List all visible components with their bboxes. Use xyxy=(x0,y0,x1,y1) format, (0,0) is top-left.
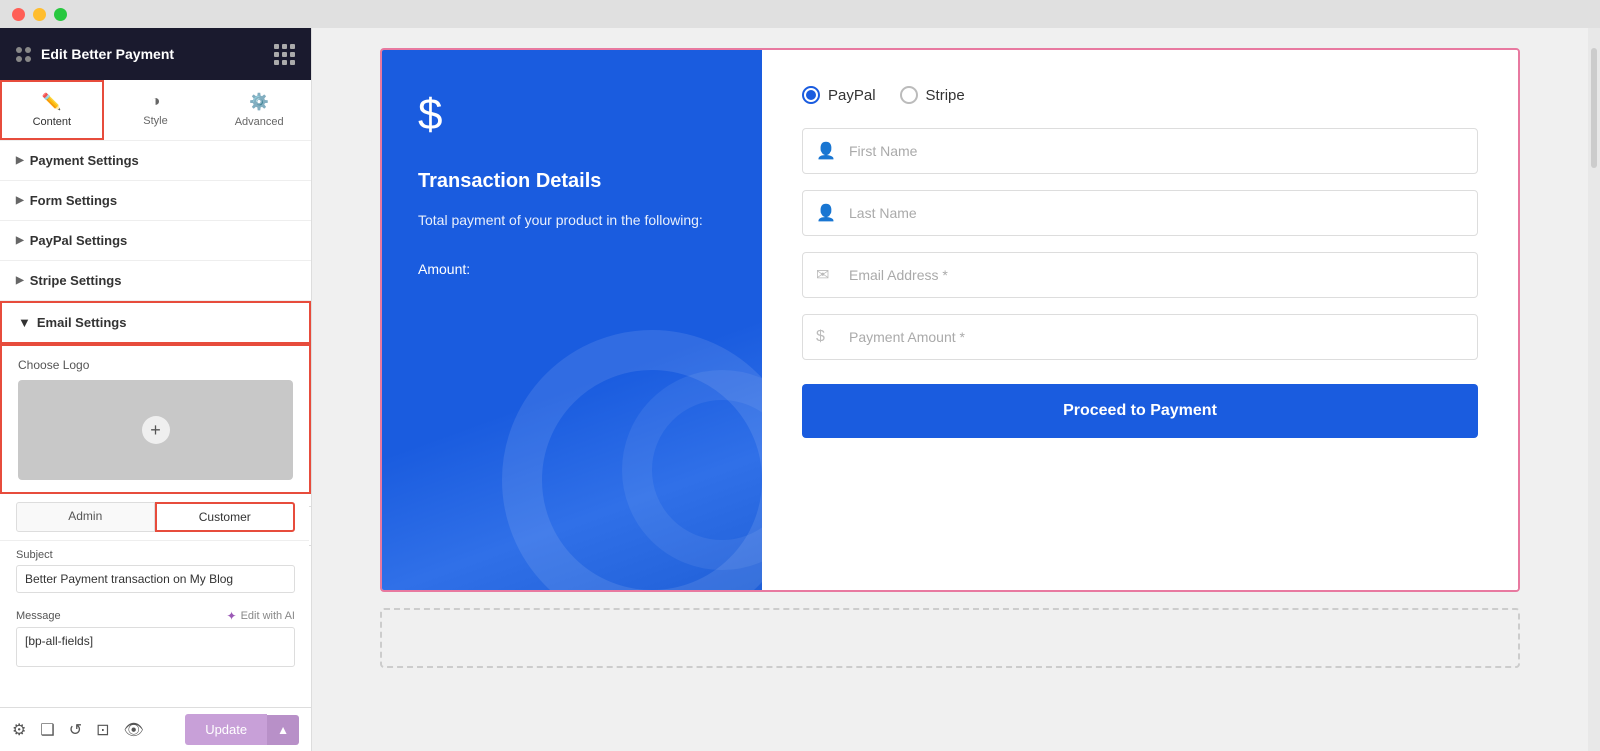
history-icon[interactable]: ↺ xyxy=(69,720,82,740)
main-canvas: $ Transaction Details Total payment of y… xyxy=(312,28,1588,751)
chevron-right-icon: ▶ xyxy=(16,195,24,206)
add-logo-icon[interactable]: + xyxy=(142,416,170,444)
person-icon-2: 👤 xyxy=(816,203,836,223)
widget-right-panel: PayPal Stripe 👤 👤 ✉ xyxy=(762,50,1518,590)
chevron-right-icon: ▶ xyxy=(16,235,24,246)
pencil-icon: ✏️ xyxy=(42,92,62,112)
dollar-field-icon: $ xyxy=(816,328,825,346)
paypal-radio[interactable] xyxy=(802,86,820,104)
person-icon-1: 👤 xyxy=(816,141,836,161)
sidebar: Edit Better Payment ✏️ Content ◑ Style ⚙… xyxy=(0,28,312,751)
stripe-settings-label: Stripe Settings xyxy=(30,273,122,288)
decorative-circle-2 xyxy=(622,370,762,570)
paypal-label: PayPal xyxy=(828,87,876,104)
amount-label: Amount: xyxy=(418,261,726,277)
stripe-radio[interactable] xyxy=(900,86,918,104)
update-button-group: Update ▲ xyxy=(185,714,299,745)
transaction-title: Transaction Details xyxy=(418,170,726,193)
sidebar-header: Edit Better Payment xyxy=(0,28,311,80)
edit-ai-label: Edit with AI xyxy=(241,610,295,622)
right-scrollbar[interactable] xyxy=(1588,28,1600,751)
titlebar xyxy=(0,0,1600,28)
message-textarea[interactable]: [bp-all-fields] xyxy=(16,627,295,667)
sidebar-item-stripe-settings[interactable]: ▶ Stripe Settings xyxy=(0,261,311,301)
menu-dots-icon[interactable] xyxy=(16,47,31,62)
payment-widget: $ Transaction Details Total payment of y… xyxy=(380,48,1520,592)
canvas-bottom-placeholder xyxy=(380,608,1520,668)
email-type-tabs: Admin Customer xyxy=(0,494,311,541)
tab-admin[interactable]: Admin xyxy=(16,502,155,532)
message-label: Message xyxy=(16,610,61,622)
layers-icon[interactable]: ❑ xyxy=(40,720,54,740)
last-name-input[interactable] xyxy=(802,190,1478,236)
email-input[interactable] xyxy=(802,252,1478,298)
payment-settings-label: Payment Settings xyxy=(30,153,139,168)
email-icon: ✉ xyxy=(816,265,829,285)
email-settings-label: Email Settings xyxy=(37,315,127,330)
tab-content[interactable]: ✏️ Content xyxy=(0,80,104,140)
first-name-input[interactable] xyxy=(802,128,1478,174)
sidebar-item-paypal-settings[interactable]: ▶ PayPal Settings xyxy=(0,221,311,261)
grid-icon[interactable] xyxy=(274,44,295,65)
chevron-right-icon: ▶ xyxy=(16,155,24,166)
tab-advanced[interactable]: ⚙️ Advanced xyxy=(207,80,311,140)
minimize-button[interactable] xyxy=(33,8,46,21)
logo-upload-area[interactable]: + xyxy=(18,380,293,480)
collapse-handle[interactable]: ‹ xyxy=(309,506,311,546)
scroll-thumb[interactable] xyxy=(1591,48,1597,168)
tab-customer[interactable]: Customer xyxy=(155,502,296,532)
transaction-description: Total payment of your product in the fol… xyxy=(418,209,726,231)
sidebar-header-left: Edit Better Payment xyxy=(16,46,174,62)
tab-style-label: Style xyxy=(143,115,167,127)
proceed-to-payment-button[interactable]: Proceed to Payment xyxy=(802,384,1478,438)
paypal-option[interactable]: PayPal xyxy=(802,86,876,104)
close-button[interactable] xyxy=(12,8,25,21)
chevron-down-icon: ▼ xyxy=(18,315,31,330)
chevron-right-icon: ▶ xyxy=(16,275,24,286)
maximize-button[interactable] xyxy=(54,8,67,21)
copy-icon[interactable]: ⊡ xyxy=(96,720,109,740)
sidebar-tabs: ✏️ Content ◑ Style ⚙️ Advanced xyxy=(0,80,311,141)
tab-advanced-label: Advanced xyxy=(235,116,284,128)
bottom-toolbar: ⚙ ❑ ↺ ⊡ 👁 Update ▲ xyxy=(0,707,311,751)
sidebar-item-payment-settings[interactable]: ▶ Payment Settings xyxy=(0,141,311,181)
paypal-settings-label: PayPal Settings xyxy=(30,233,128,248)
gear-tab-icon: ⚙️ xyxy=(249,92,269,112)
dollar-sign: $ xyxy=(418,90,726,140)
tab-style[interactable]: ◑ Style xyxy=(104,80,208,140)
tab-content-label: Content xyxy=(33,116,72,128)
payment-options: PayPal Stripe xyxy=(802,86,1478,104)
style-icon: ◑ xyxy=(151,93,161,111)
sidebar-item-form-settings[interactable]: ▶ Form Settings xyxy=(0,181,311,221)
message-header: Message ✦ Edit with AI xyxy=(0,601,311,627)
app-body: Edit Better Payment ✏️ Content ◑ Style ⚙… xyxy=(0,28,1600,751)
paypal-radio-inner xyxy=(806,90,816,100)
payment-amount-field: $ xyxy=(802,314,1478,360)
edit-with-ai-button[interactable]: ✦ Edit with AI xyxy=(227,609,295,623)
sidebar-title: Edit Better Payment xyxy=(41,46,174,62)
choose-logo-label: Choose Logo xyxy=(18,358,293,372)
stripe-label: Stripe xyxy=(926,87,965,104)
stripe-option[interactable]: Stripe xyxy=(900,86,965,104)
last-name-field: 👤 xyxy=(802,190,1478,236)
sidebar-item-email-settings[interactable]: ▼ Email Settings xyxy=(0,301,311,344)
form-settings-label: Form Settings xyxy=(30,193,117,208)
widget-left-panel: $ Transaction Details Total payment of y… xyxy=(382,50,762,590)
payment-amount-input[interactable] xyxy=(802,314,1478,360)
eye-icon[interactable]: 👁 xyxy=(124,720,144,740)
decorative-circle-1 xyxy=(502,330,762,590)
sidebar-content: Choose Logo + Admin Customer Subject Mes… xyxy=(0,344,311,707)
email-field: ✉ xyxy=(802,252,1478,298)
update-dropdown-button[interactable]: ▲ xyxy=(267,715,299,745)
subject-input[interactable] xyxy=(16,565,295,593)
toolbar-icons: ⚙ ❑ ↺ ⊡ 👁 xyxy=(12,720,144,740)
ai-sparkle-icon: ✦ xyxy=(227,609,237,623)
first-name-field: 👤 xyxy=(802,128,1478,174)
subject-field: Subject xyxy=(0,541,311,601)
update-button[interactable]: Update xyxy=(185,714,267,745)
choose-logo-section: Choose Logo + xyxy=(0,344,311,494)
settings-icon[interactable]: ⚙ xyxy=(12,720,26,740)
subject-label: Subject xyxy=(16,549,295,561)
